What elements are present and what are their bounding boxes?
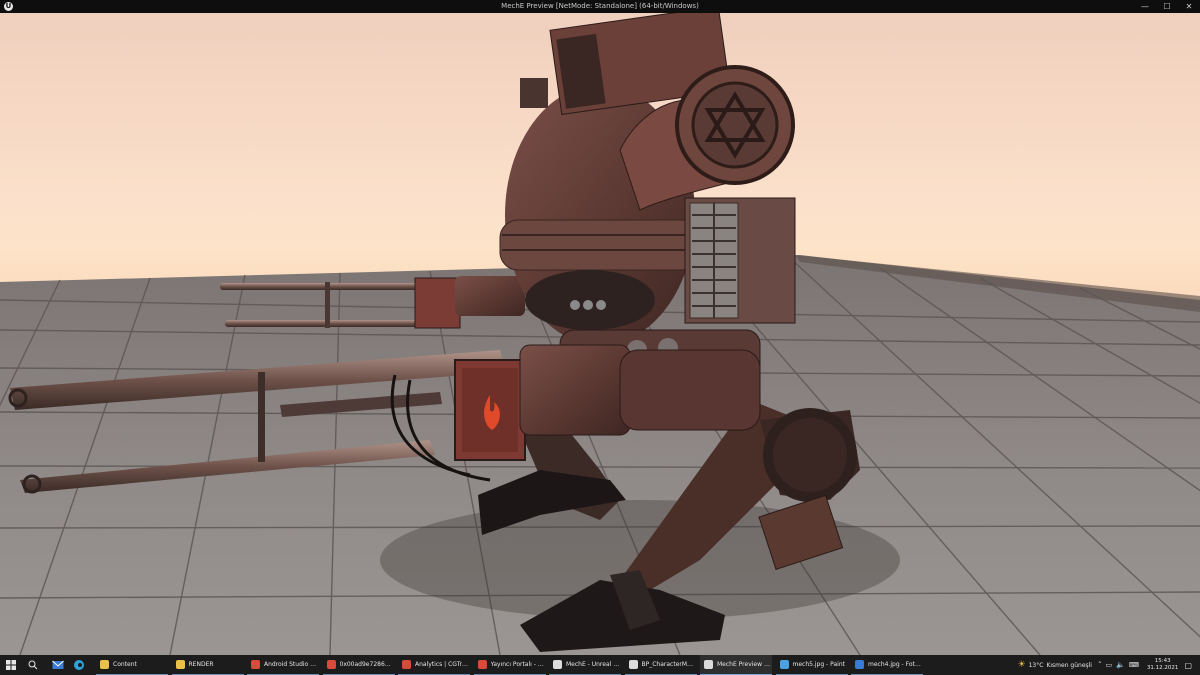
photos-icon [855,660,864,669]
search-button[interactable] [28,655,38,675]
game-viewport[interactable] [0,13,1200,655]
taskbar-app-button[interactable]: mech4.jpg - Fotoğr... [851,655,923,675]
window-titlebar[interactable]: U MechE Preview [NetMode: Standalone] (6… [0,0,1200,13]
minimize-button[interactable]: — [1134,0,1156,13]
taskbar-app-button[interactable]: Android Studio Der... [247,655,319,675]
system-clock[interactable]: 15:43 31.12.2021 [1147,658,1179,672]
chrome-icon [402,660,411,669]
taskbar-app-button[interactable]: BP_CharacterMech_E [624,655,697,675]
taskbar-app-button[interactable]: MechE - Unreal Edi... [549,655,621,675]
taskbar-app-button[interactable]: mech5.jpg - Paint [775,655,848,675]
taskbar-app-label: MechE - Unreal Edi... [566,661,621,668]
notifications-icon[interactable]: ▢ [1184,661,1192,670]
folder-icon [100,660,109,669]
network-icon[interactable]: ▭ [1105,661,1112,669]
chevron-up-icon[interactable]: ˄ [1098,661,1102,669]
close-button[interactable]: ✕ [1178,0,1200,13]
chrome-icon [251,660,260,669]
edge-icon [74,660,84,670]
taskbar-app-label: Yayıncı Portalı - Go... [490,661,546,668]
taskbar-app-button[interactable]: 0x00ad9e7286914ef... [322,655,395,675]
unreal-icon [628,660,638,669]
taskbar-app-label: RENDER [188,661,214,668]
volume-icon[interactable]: 🔈 [1116,661,1125,669]
unreal-icon [553,660,562,669]
language-icon[interactable]: ⌨ [1129,661,1139,669]
chrome-icon [477,660,487,669]
windows-taskbar: Content RENDER Android Studio Der... 0x00ad… [0,655,1200,675]
start-button[interactable] [6,655,16,675]
taskbar-app-button[interactable]: MechE Preview (Ne... [700,655,772,675]
search-icon [28,660,38,670]
clock-time: 15:43 [1154,658,1171,664]
taskbar-app-button[interactable]: Content [96,655,168,675]
taskbar-app-label: BP_CharacterMech_E [641,661,697,668]
window-title: MechE Preview [NetMode: Standalone] (64-… [501,2,699,10]
maximize-button[interactable]: ☐ [1156,0,1178,13]
mail-button[interactable] [52,655,64,675]
taskbar-app-button[interactable]: Yayıncı Portalı - Go... [473,655,546,675]
taskbar-app-label: Content [113,661,137,668]
taskbar-app-button[interactable]: RENDER [171,655,244,675]
mail-icon [52,660,64,669]
unreal-icon [704,660,713,669]
taskbar-app-label: mech4.jpg - Fotoğr... [868,661,923,668]
edge-browser-button[interactable] [74,655,84,675]
taskbar-app-label: mech5.jpg - Paint [792,661,845,668]
taskbar-app-label: Android Studio Der... [264,661,319,668]
taskbar-app-label: 0x00ad9e7286914ef... [339,661,395,668]
windows-logo-icon [6,660,16,670]
tiled-floor [0,13,1200,655]
system-tray: ☀ 13°C Kısmen güneşli ˄ ▭ 🔈 ⌨ 15:43 31.1… [1018,655,1200,675]
clock-date: 31.12.2021 [1146,665,1179,671]
weather-temp[interactable]: 13°C [1029,662,1044,669]
chrome-icon [326,660,336,669]
weather-icon: ☀ [1017,660,1026,670]
paint-icon [779,660,789,669]
taskbar-app-label: MechE Preview (Ne... [717,661,772,668]
folder-icon [175,660,185,669]
window-controls: — ☐ ✕ [1134,0,1200,13]
weather-text[interactable]: Kısmen güneşli [1046,662,1092,669]
taskbar-app-label: Analytics | CGTrade... [415,661,470,668]
taskbar-app-button[interactable]: Analytics | CGTrade... [398,655,470,675]
